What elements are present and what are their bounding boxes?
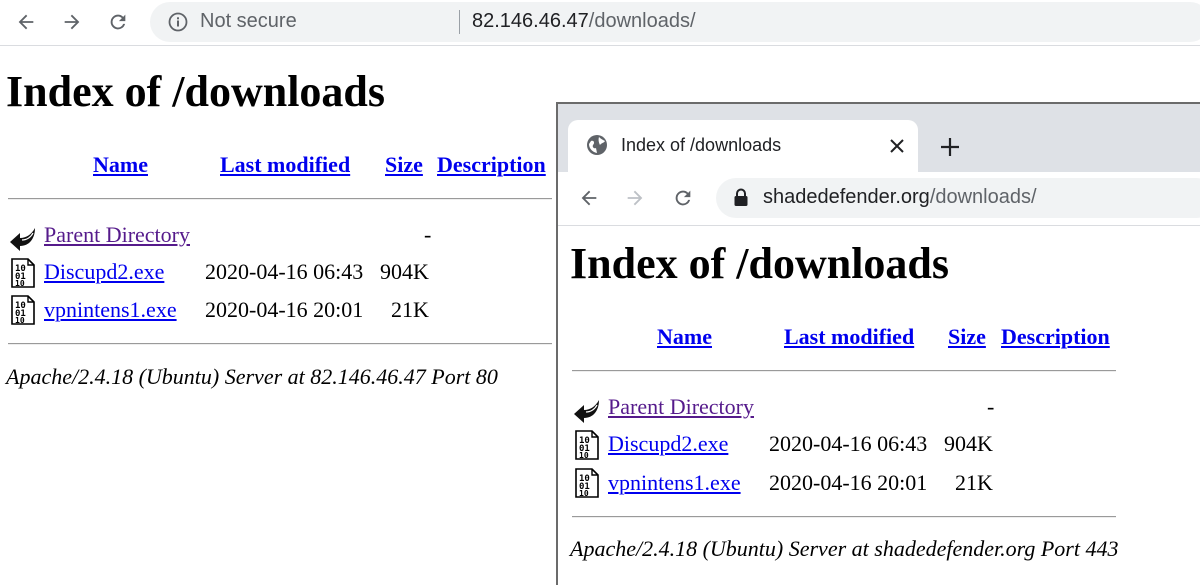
svg-text:10: 10 (15, 316, 25, 325)
url-host: shadedefender.org (763, 186, 930, 208)
file-modified: 2020-04-16 20:01 (769, 470, 928, 495)
arrow-right-icon (64, 14, 80, 30)
file-size: 21K (391, 297, 429, 322)
url-path: /downloads/ (929, 186, 1037, 208)
address-bar[interactable]: Not secure 82.146.46.47/downloads/ (150, 2, 1200, 42)
security-status[interactable]: Not secure (200, 10, 297, 33)
column-header-name[interactable]: Name (93, 152, 148, 178)
url-text[interactable]: shadedefender.org/downloads/ (763, 186, 1037, 209)
forward-button[interactable] (58, 8, 86, 36)
back-arrow-icon (574, 400, 599, 423)
binary-file-icon: 10 01 10 (575, 468, 599, 498)
url-path: /downloads/ (588, 10, 696, 32)
front-browser-window: Index of /downloads shadedefender.org/do… (556, 102, 1200, 585)
binary-file-icon: 10 01 10 (575, 430, 599, 460)
tab-strip: Index of /downloads (558, 104, 1200, 172)
url-host: 82.146.46.47 (472, 10, 589, 32)
column-header-description[interactable]: Description (437, 152, 546, 178)
reload-icon (675, 190, 691, 206)
address-bar[interactable]: shadedefender.org/downloads/ (716, 178, 1200, 218)
arrow-left-icon (18, 14, 34, 30)
url-text[interactable]: 82.146.46.47/downloads/ (472, 10, 696, 33)
globe-icon (587, 135, 607, 155)
info-icon[interactable] (168, 12, 188, 32)
back-browser-toolbar: Not secure 82.146.46.47/downloads/ (0, 0, 1200, 46)
server-signature: Apache/2.4.18 (Ubuntu) Server at shadede… (570, 536, 1119, 561)
reload-icon (110, 14, 126, 30)
close-icon[interactable] (886, 135, 908, 157)
tab-index-of-downloads[interactable]: Index of /downloads (568, 120, 918, 172)
file-modified: 2020-04-16 06:43 (769, 431, 928, 456)
file-modified: 2020-04-16 20:01 (205, 297, 364, 322)
header-divider (8, 198, 552, 200)
back-arrow-icon (10, 228, 35, 251)
omnibox-divider (459, 10, 460, 34)
column-header-last-modified[interactable]: Last modified (784, 324, 914, 350)
file-link-discupd2[interactable]: Discupd2.exe (44, 259, 164, 285)
arrow-left-icon (581, 190, 597, 206)
tab-title: Index of /downloads (621, 135, 782, 155)
column-header-size[interactable]: Size (948, 324, 986, 350)
parent-size: - (424, 222, 432, 247)
server-signature: Apache/2.4.18 (Ubuntu) Server at 82.146.… (6, 364, 498, 389)
binary-file-icon: 10 01 10 (11, 295, 35, 325)
arrow-right-icon (627, 190, 643, 206)
front-browser-toolbar: shadedefender.org/downloads/ (558, 172, 1200, 226)
file-link-vpnintens1[interactable]: vpnintens1.exe (608, 470, 741, 496)
column-header-name[interactable]: Name (657, 324, 712, 350)
lock-icon[interactable] (732, 188, 750, 208)
file-link-vpnintens1[interactable]: vpnintens1.exe (44, 297, 177, 323)
parent-size: - (987, 394, 995, 419)
file-size: 904K (380, 259, 429, 284)
page-title: Index of /downloads (6, 67, 386, 116)
forward-button[interactable] (621, 184, 649, 212)
column-header-description[interactable]: Description (1001, 324, 1110, 350)
footer-divider (8, 343, 552, 345)
plus-icon[interactable] (936, 133, 964, 161)
column-header-size[interactable]: Size (385, 152, 423, 178)
back-button[interactable] (575, 184, 603, 212)
parent-directory-link[interactable]: Parent Directory (608, 394, 754, 420)
svg-text:10: 10 (15, 279, 25, 288)
reload-button[interactable] (669, 184, 697, 212)
binary-file-icon: 10 01 10 (11, 258, 35, 288)
parent-directory-link[interactable]: Parent Directory (44, 222, 190, 248)
file-size: 904K (944, 431, 993, 456)
back-button[interactable] (12, 8, 40, 36)
column-header-last-modified[interactable]: Last modified (220, 152, 350, 178)
front-page-content: Index of /downloads Name Last modified S… (558, 226, 1200, 585)
svg-text:10: 10 (579, 489, 589, 498)
file-size: 21K (955, 470, 993, 495)
file-modified: 2020-04-16 06:43 (205, 259, 364, 284)
file-link-discupd2[interactable]: Discupd2.exe (608, 431, 728, 457)
svg-text:10: 10 (579, 451, 589, 460)
header-divider (572, 370, 1116, 372)
footer-divider (572, 516, 1116, 518)
reload-button[interactable] (104, 8, 132, 36)
page-title: Index of /downloads (570, 239, 950, 288)
